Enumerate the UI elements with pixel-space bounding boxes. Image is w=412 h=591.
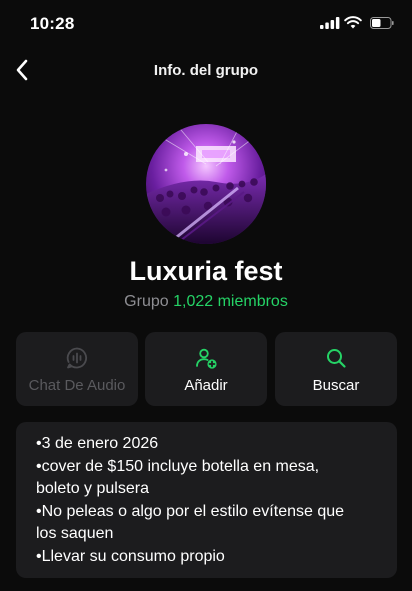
battery-icon xyxy=(370,17,394,29)
search-button[interactable]: Buscar xyxy=(275,332,397,406)
description-line: •No peleas o algo por el estilo evítense… xyxy=(36,502,345,520)
status-time: 10:28 xyxy=(30,14,75,33)
page-title: Info. del grupo xyxy=(153,62,259,79)
audio-chat-label: Chat De Audio xyxy=(28,377,126,394)
description-line: •cover de $150 incluye botella en mesa, xyxy=(36,457,320,475)
nav-bar: Info. del grupo xyxy=(0,52,412,88)
concert-photo xyxy=(146,124,266,244)
audio-chat-icon xyxy=(66,347,88,369)
description-line: los saquen xyxy=(36,525,114,542)
status-bar: 10:28 xyxy=(0,0,412,48)
description-line: boleto y pulsera xyxy=(36,480,149,497)
group-avatar[interactable] xyxy=(146,124,266,244)
members-count-link[interactable]: 1,022 miembros xyxy=(173,293,288,310)
search-label: Buscar xyxy=(312,377,360,394)
action-row: Chat De Audio Añadir Buscar xyxy=(16,332,397,406)
add-member-button[interactable]: Añadir xyxy=(145,332,267,406)
add-member-label: Añadir xyxy=(184,377,228,394)
audio-chat-button[interactable]: Chat De Audio xyxy=(16,332,138,406)
description-line: •3 de enero 2026 xyxy=(36,435,159,452)
wifi-icon xyxy=(344,16,362,29)
group-name: Luxuria fest xyxy=(129,256,283,286)
group-subtitle: Grupo 1,022 miembros xyxy=(0,293,412,311)
group-type-label: Grupo xyxy=(124,293,169,310)
description-line: •Llevar su consumo propio xyxy=(36,547,225,565)
group-description[interactable]: •3 de enero 2026 •cover de $150 incluye … xyxy=(16,422,397,578)
signal-icon xyxy=(320,17,340,29)
add-member-icon xyxy=(196,348,217,369)
search-icon xyxy=(327,349,346,368)
